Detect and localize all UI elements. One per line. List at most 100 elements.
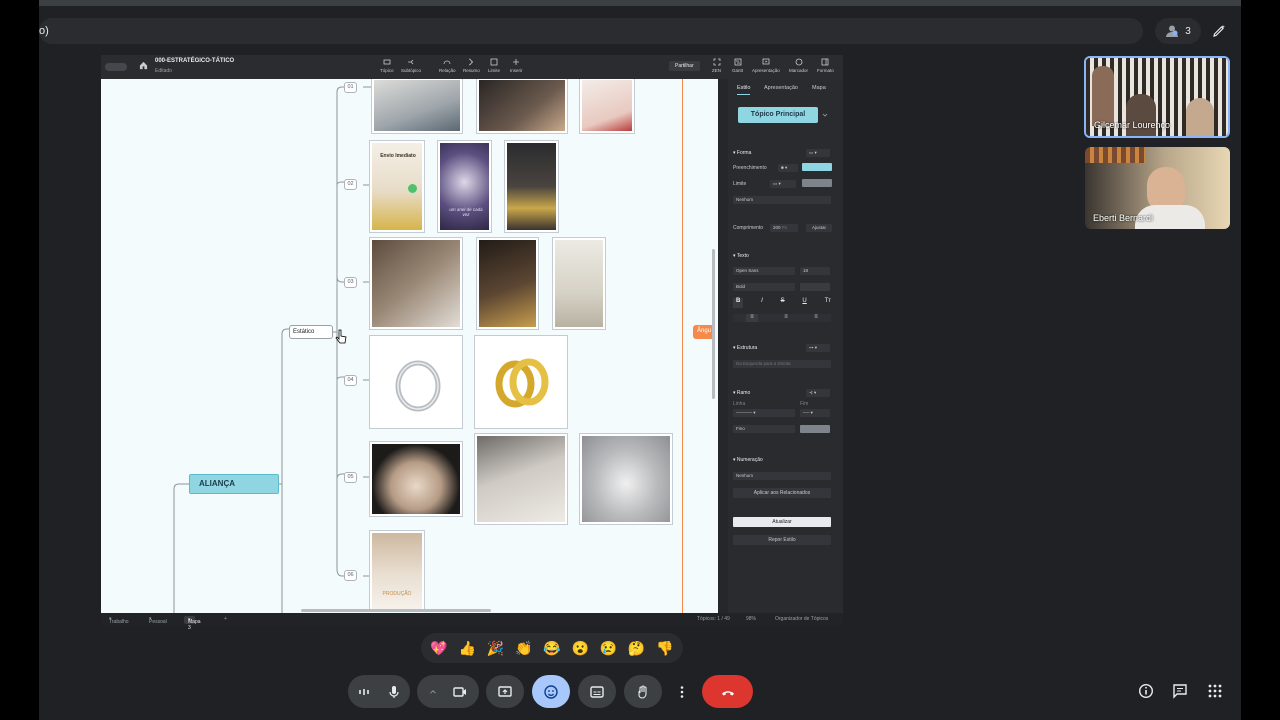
underline-icon[interactable]: U [802,298,806,308]
number-badge-02[interactable]: 02 [344,179,357,190]
activities-button[interactable] [1206,682,1224,700]
reaction-thumbs-down[interactable]: 👎 [656,641,673,655]
section-shape[interactable]: ▾ Forma [733,150,751,156]
meeting-info-button[interactable] [1137,682,1155,700]
number-badge-06[interactable]: 06 [344,570,357,581]
section-branch[interactable]: ▾ Ramo [733,390,750,396]
image-production-collage[interactable]: PRODUÇÃO [369,530,425,612]
fill-color-swatch[interactable] [802,163,832,171]
number-badge-01[interactable]: 01 [344,82,357,93]
image-diamond-band-silver[interactable] [369,335,463,429]
tool-topic[interactable]: Tópico [380,58,394,73]
mindmap-canvas[interactable]: Ângu 01 02 03 04 05 06 Envio Imediato um… [101,79,718,613]
align-right-icon[interactable]: ≡ [814,314,818,322]
chat-button[interactable] [1171,682,1189,700]
length-input[interactable]: 200 Px [770,224,798,232]
tool-presentation[interactable]: Apresentação [752,58,780,73]
reset-style-button[interactable]: Repor Estilo [733,535,831,545]
border-style-select[interactable]: ▭ ▾ [770,180,796,188]
sheet-tab-pessoal[interactable]: Pessoal ▾ [149,616,167,625]
tool-relation[interactable]: Relação [439,58,456,73]
section-structure[interactable]: ▾ Estrutura [733,345,757,351]
reaction-heart[interactable]: 💖 [430,641,447,655]
tool-marker[interactable]: Marcador [789,58,808,73]
image-gold-wedding-bands[interactable] [474,335,568,429]
tool-subtopic[interactable]: Subtópico [401,58,421,73]
raise-hand-button[interactable] [624,675,662,708]
annotate-button[interactable] [1206,18,1232,44]
image-ring-stone-light[interactable] [552,237,606,330]
participants-button[interactable]: 3 [1155,18,1201,44]
audio-levels-icon[interactable] [356,684,372,700]
canvas-vertical-scrollbar[interactable] [712,249,715,399]
bold-icon[interactable]: B [733,298,744,308]
image-shipping-promo[interactable]: Envio Imediato [369,140,425,233]
tool-gantt[interactable]: Gantt [732,58,743,73]
tool-boundary[interactable]: Limite [488,58,500,73]
image-gold-ring-dark[interactable] [476,237,539,330]
number-badge-04[interactable]: 04 [344,375,357,386]
leave-call-button[interactable] [702,675,753,708]
tool-format[interactable]: Formato [817,58,834,73]
captions-button[interactable] [578,675,616,708]
section-text[interactable]: ▾ Texto [733,253,749,259]
canvas-horizontal-scrollbar[interactable] [301,609,491,612]
fill-mode-select[interactable]: ■ ▾ [778,164,798,172]
branch-style-select[interactable]: ⊰ ▾ [806,389,830,397]
image-gold-rings-box[interactable] [474,433,568,525]
microphone-icon[interactable] [386,684,402,700]
tool-summary[interactable]: Resumo [463,58,480,73]
chevron-up-icon[interactable] [428,684,438,700]
reaction-thumbs-up[interactable]: 👍 [459,641,476,655]
image-hands-ring-box[interactable] [369,441,463,517]
section-numbering[interactable]: ▾ Numeração [733,457,763,463]
border-value-select[interactable]: Nenhum [733,196,831,204]
branch-color-swatch[interactable] [800,425,830,433]
end-style-select[interactable]: ── ▾ [800,409,830,417]
add-sheet-button[interactable]: + [224,616,227,622]
reaction-clap[interactable]: 👏 [515,641,532,655]
reaction-party[interactable]: 🎉 [487,641,504,655]
more-options-button[interactable] [668,675,696,708]
sheet-tab-mapa3[interactable]: Mapa 3 ▾ [184,616,201,631]
present-screen-button[interactable] [486,675,524,708]
structure-icon-select[interactable]: ⊶ ▾ [806,344,830,352]
reactions-button[interactable] [532,675,570,708]
participant-tile-gilcemar[interactable]: Gilcemar Lourenço [1084,56,1230,138]
image-silver-rings-box[interactable] [579,433,673,525]
chevron-down-icon[interactable] [822,112,828,118]
zoom-level[interactable]: 98% [746,616,756,622]
number-badge-03[interactable]: 03 [344,277,357,288]
image-hand-nails[interactable] [371,79,463,134]
adjust-button[interactable]: Ajustar [806,224,832,232]
camera-icon[interactable] [452,684,468,700]
sheet-tab-trabalho[interactable]: Trabalho ▾ [109,616,129,625]
apply-related-button[interactable]: Aplicar aos Relacionados [733,488,831,498]
share-button[interactable]: Partilhar [669,61,700,71]
branch-width-select[interactable]: Fino [733,425,795,433]
text-color-swatch[interactable] [800,283,830,291]
numbering-select[interactable]: Nenhum [733,472,831,480]
topic-estatico[interactable]: Estático [289,325,333,339]
font-size-select[interactable]: 18 [800,267,830,275]
tool-zen[interactable]: ZEN [712,58,721,73]
tab-apresentacao[interactable]: Apresentação [764,85,798,91]
image-silver-rings-pedestal[interactable] [369,237,463,330]
image-hand-ring-dark[interactable] [476,79,568,134]
participant-tile-eberti[interactable]: Eberti Bernardi [1085,147,1230,229]
text-case-icon[interactable]: Tт [825,298,831,308]
topic-style-selector[interactable]: Tópico Principal [738,107,818,123]
font-weight-select[interactable]: Bold [733,283,795,291]
line-style-select[interactable]: ───── ▾ [733,409,795,417]
tab-estilo[interactable]: Estilo [737,85,751,95]
reaction-surprised[interactable]: 😮 [571,641,588,655]
border-color-swatch[interactable] [802,179,832,187]
number-badge-05[interactable]: 05 [344,472,357,483]
home-icon[interactable] [139,61,148,70]
reaction-laugh[interactable]: 😂 [543,641,560,655]
font-family-select[interactable]: Open Sans [733,267,795,275]
italic-icon[interactable]: I [761,298,763,308]
topic-organizer-button[interactable]: Organizador de Tópicos [775,616,828,622]
window-controls[interactable] [105,63,127,71]
reaction-thinking[interactable]: 🤔 [628,641,645,655]
